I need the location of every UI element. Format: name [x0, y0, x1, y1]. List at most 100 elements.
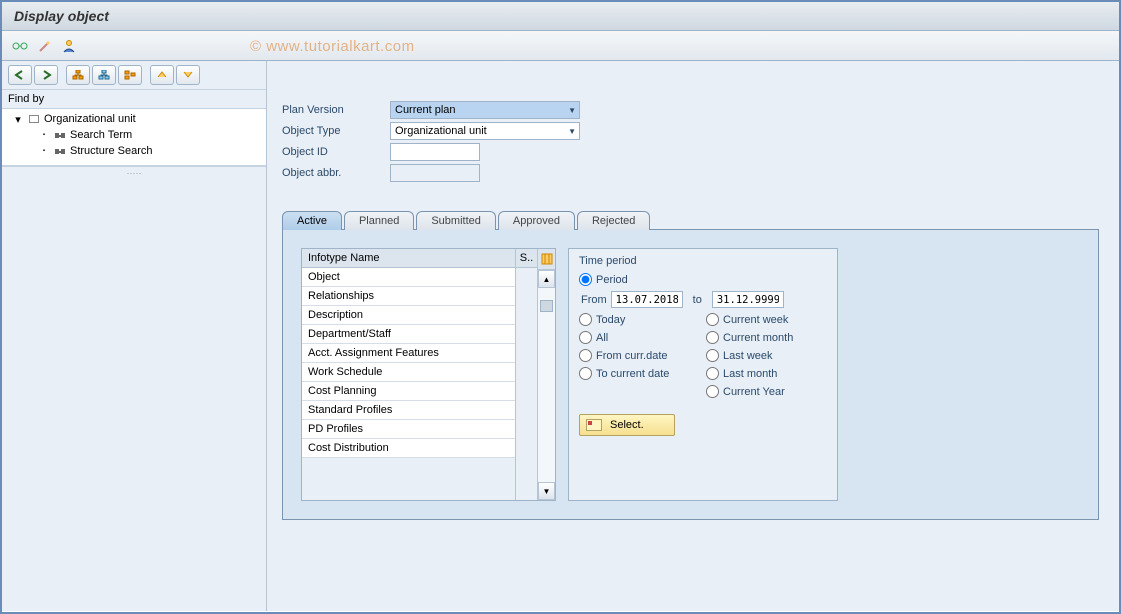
infotype-header-label: Infotype Name — [308, 252, 380, 264]
from-date-input[interactable] — [611, 291, 683, 308]
table-row[interactable]: Work Schedule — [302, 363, 515, 382]
glasses-icon[interactable] — [12, 37, 30, 55]
radio-current-week-label: Current week — [723, 314, 788, 326]
infotype-scroll: ▲ ▼ — [537, 249, 555, 500]
tab-body: Infotype Name Object Relationships Descr… — [282, 230, 1099, 520]
page-title: Display object — [14, 8, 1107, 24]
hierarchy-3-button[interactable] — [118, 65, 142, 85]
tree-item-search-term[interactable]: ▪ Search Term — [2, 127, 266, 143]
table-row[interactable]: Cost Planning — [302, 382, 515, 401]
nav-tree: ▾ Organizational unit ▪ Search Term ▪ St… — [2, 109, 266, 166]
radio-from-curr-date[interactable]: From curr.date — [579, 349, 700, 362]
radio-last-month-label: Last month — [723, 368, 777, 380]
tree-item-structure-search[interactable]: ▪ Structure Search — [2, 143, 266, 159]
binoculars-icon — [54, 129, 66, 141]
radio-current-month[interactable]: Current month — [706, 331, 827, 344]
time-period-title: Time period — [579, 253, 827, 273]
wand-icon[interactable] — [36, 37, 54, 55]
tab-active[interactable]: Active — [282, 211, 342, 230]
sidebar-empty — [2, 179, 266, 611]
object-type-select[interactable]: Organizational unit ▼ — [390, 122, 580, 140]
radio-current-year[interactable]: Current Year — [706, 385, 827, 398]
nav-back-button[interactable] — [8, 65, 32, 85]
radio-to-current-date-input[interactable] — [579, 367, 592, 380]
radio-last-month-input[interactable] — [706, 367, 719, 380]
from-label: From — [581, 294, 607, 306]
tab-submitted[interactable]: Submitted — [416, 211, 496, 230]
table-row[interactable]: Department/Staff — [302, 325, 515, 344]
table-row[interactable]: Relationships — [302, 287, 515, 306]
radio-today-input[interactable] — [579, 313, 592, 326]
radio-all[interactable]: All — [579, 331, 700, 344]
scroll-track[interactable] — [538, 288, 555, 482]
hierarchy-1-button[interactable] — [66, 65, 90, 85]
content-area: Plan Version Current plan ▼ Object Type … — [267, 61, 1119, 611]
radio-last-week[interactable]: Last week — [706, 349, 827, 362]
table-row[interactable]: PD Profiles — [302, 420, 515, 439]
tab-planned[interactable]: Planned — [344, 211, 414, 230]
radio-last-week-input[interactable] — [706, 349, 719, 362]
radio-last-month[interactable]: Last month — [706, 367, 827, 380]
tree-splitter[interactable]: ····· — [2, 166, 266, 179]
tab-approved[interactable]: Approved — [498, 211, 575, 230]
table-row[interactable]: Description — [302, 306, 515, 325]
column-settings-button[interactable] — [538, 249, 555, 270]
select-button[interactable]: Select. — [579, 414, 675, 436]
sidebar: Find by ▾ Organizational unit ▪ Search T… — [2, 61, 267, 611]
radio-today-label: Today — [596, 314, 625, 326]
radio-period-label: Period — [596, 274, 628, 286]
plan-version-label: Plan Version — [282, 104, 390, 116]
infotype-s-header: S.. — [516, 249, 537, 268]
orguser-icon[interactable] — [60, 37, 78, 55]
plan-version-value: Current plan — [395, 104, 456, 116]
scroll-down-button[interactable]: ▼ — [538, 482, 555, 500]
table-row[interactable]: Standard Profiles — [302, 401, 515, 420]
bullet-icon: ▪ — [38, 145, 50, 157]
nav-forward-button[interactable] — [34, 65, 58, 85]
main-area: Find by ▾ Organizational unit ▪ Search T… — [2, 61, 1119, 611]
select-icon — [586, 419, 602, 431]
sidebar-toolbar — [2, 61, 266, 89]
select-button-label: Select. — [610, 419, 644, 431]
radio-current-week[interactable]: Current week — [706, 313, 827, 326]
hierarchy-2-button[interactable] — [92, 65, 116, 85]
radio-from-curr-date-input[interactable] — [579, 349, 592, 362]
infotype-header: Infotype Name — [302, 249, 515, 268]
radio-last-week-label: Last week — [723, 350, 773, 362]
scroll-up-button[interactable]: ▲ — [538, 270, 555, 288]
radio-period[interactable]: Period — [579, 273, 628, 286]
app-toolbar — [2, 31, 1119, 61]
infotype-table: Infotype Name Object Relationships Descr… — [301, 248, 556, 501]
window-header: Display object — [2, 2, 1119, 31]
orgunit-icon — [28, 113, 40, 125]
tab-rejected[interactable]: Rejected — [577, 211, 650, 230]
radio-from-curr-date-label: From curr.date — [596, 350, 668, 362]
object-abbr-input — [390, 164, 480, 182]
scroll-thumb[interactable] — [540, 300, 553, 312]
tree-item-label: Structure Search — [70, 145, 153, 157]
plan-version-select[interactable]: Current plan ▼ — [390, 101, 580, 119]
radio-today[interactable]: Today — [579, 313, 700, 326]
to-label: to — [693, 294, 702, 306]
object-id-input[interactable] — [390, 143, 480, 161]
radio-current-year-input[interactable] — [706, 385, 719, 398]
to-date-input[interactable] — [712, 291, 784, 308]
expand-down-button[interactable] — [176, 65, 200, 85]
table-row[interactable]: Acct. Assignment Features — [302, 344, 515, 363]
object-type-label: Object Type — [282, 125, 390, 137]
radio-period-input[interactable] — [579, 273, 592, 286]
bullet-icon: ▪ — [38, 129, 50, 141]
chevron-down-icon: ▼ — [568, 127, 576, 136]
table-row[interactable]: Object — [302, 268, 515, 287]
expand-arrow-icon: ▾ — [12, 113, 24, 125]
radio-all-input[interactable] — [579, 331, 592, 344]
radio-current-week-input[interactable] — [706, 313, 719, 326]
collapse-up-button[interactable] — [150, 65, 174, 85]
radio-to-current-date[interactable]: To current date — [579, 367, 700, 380]
radio-current-year-label: Current Year — [723, 386, 785, 398]
radio-current-month-input[interactable] — [706, 331, 719, 344]
table-row[interactable]: Cost Distribution — [302, 439, 515, 458]
tree-item-orgunit[interactable]: ▾ Organizational unit — [2, 111, 266, 127]
binoculars-icon — [54, 145, 66, 157]
radio-to-current-date-label: To current date — [596, 368, 669, 380]
